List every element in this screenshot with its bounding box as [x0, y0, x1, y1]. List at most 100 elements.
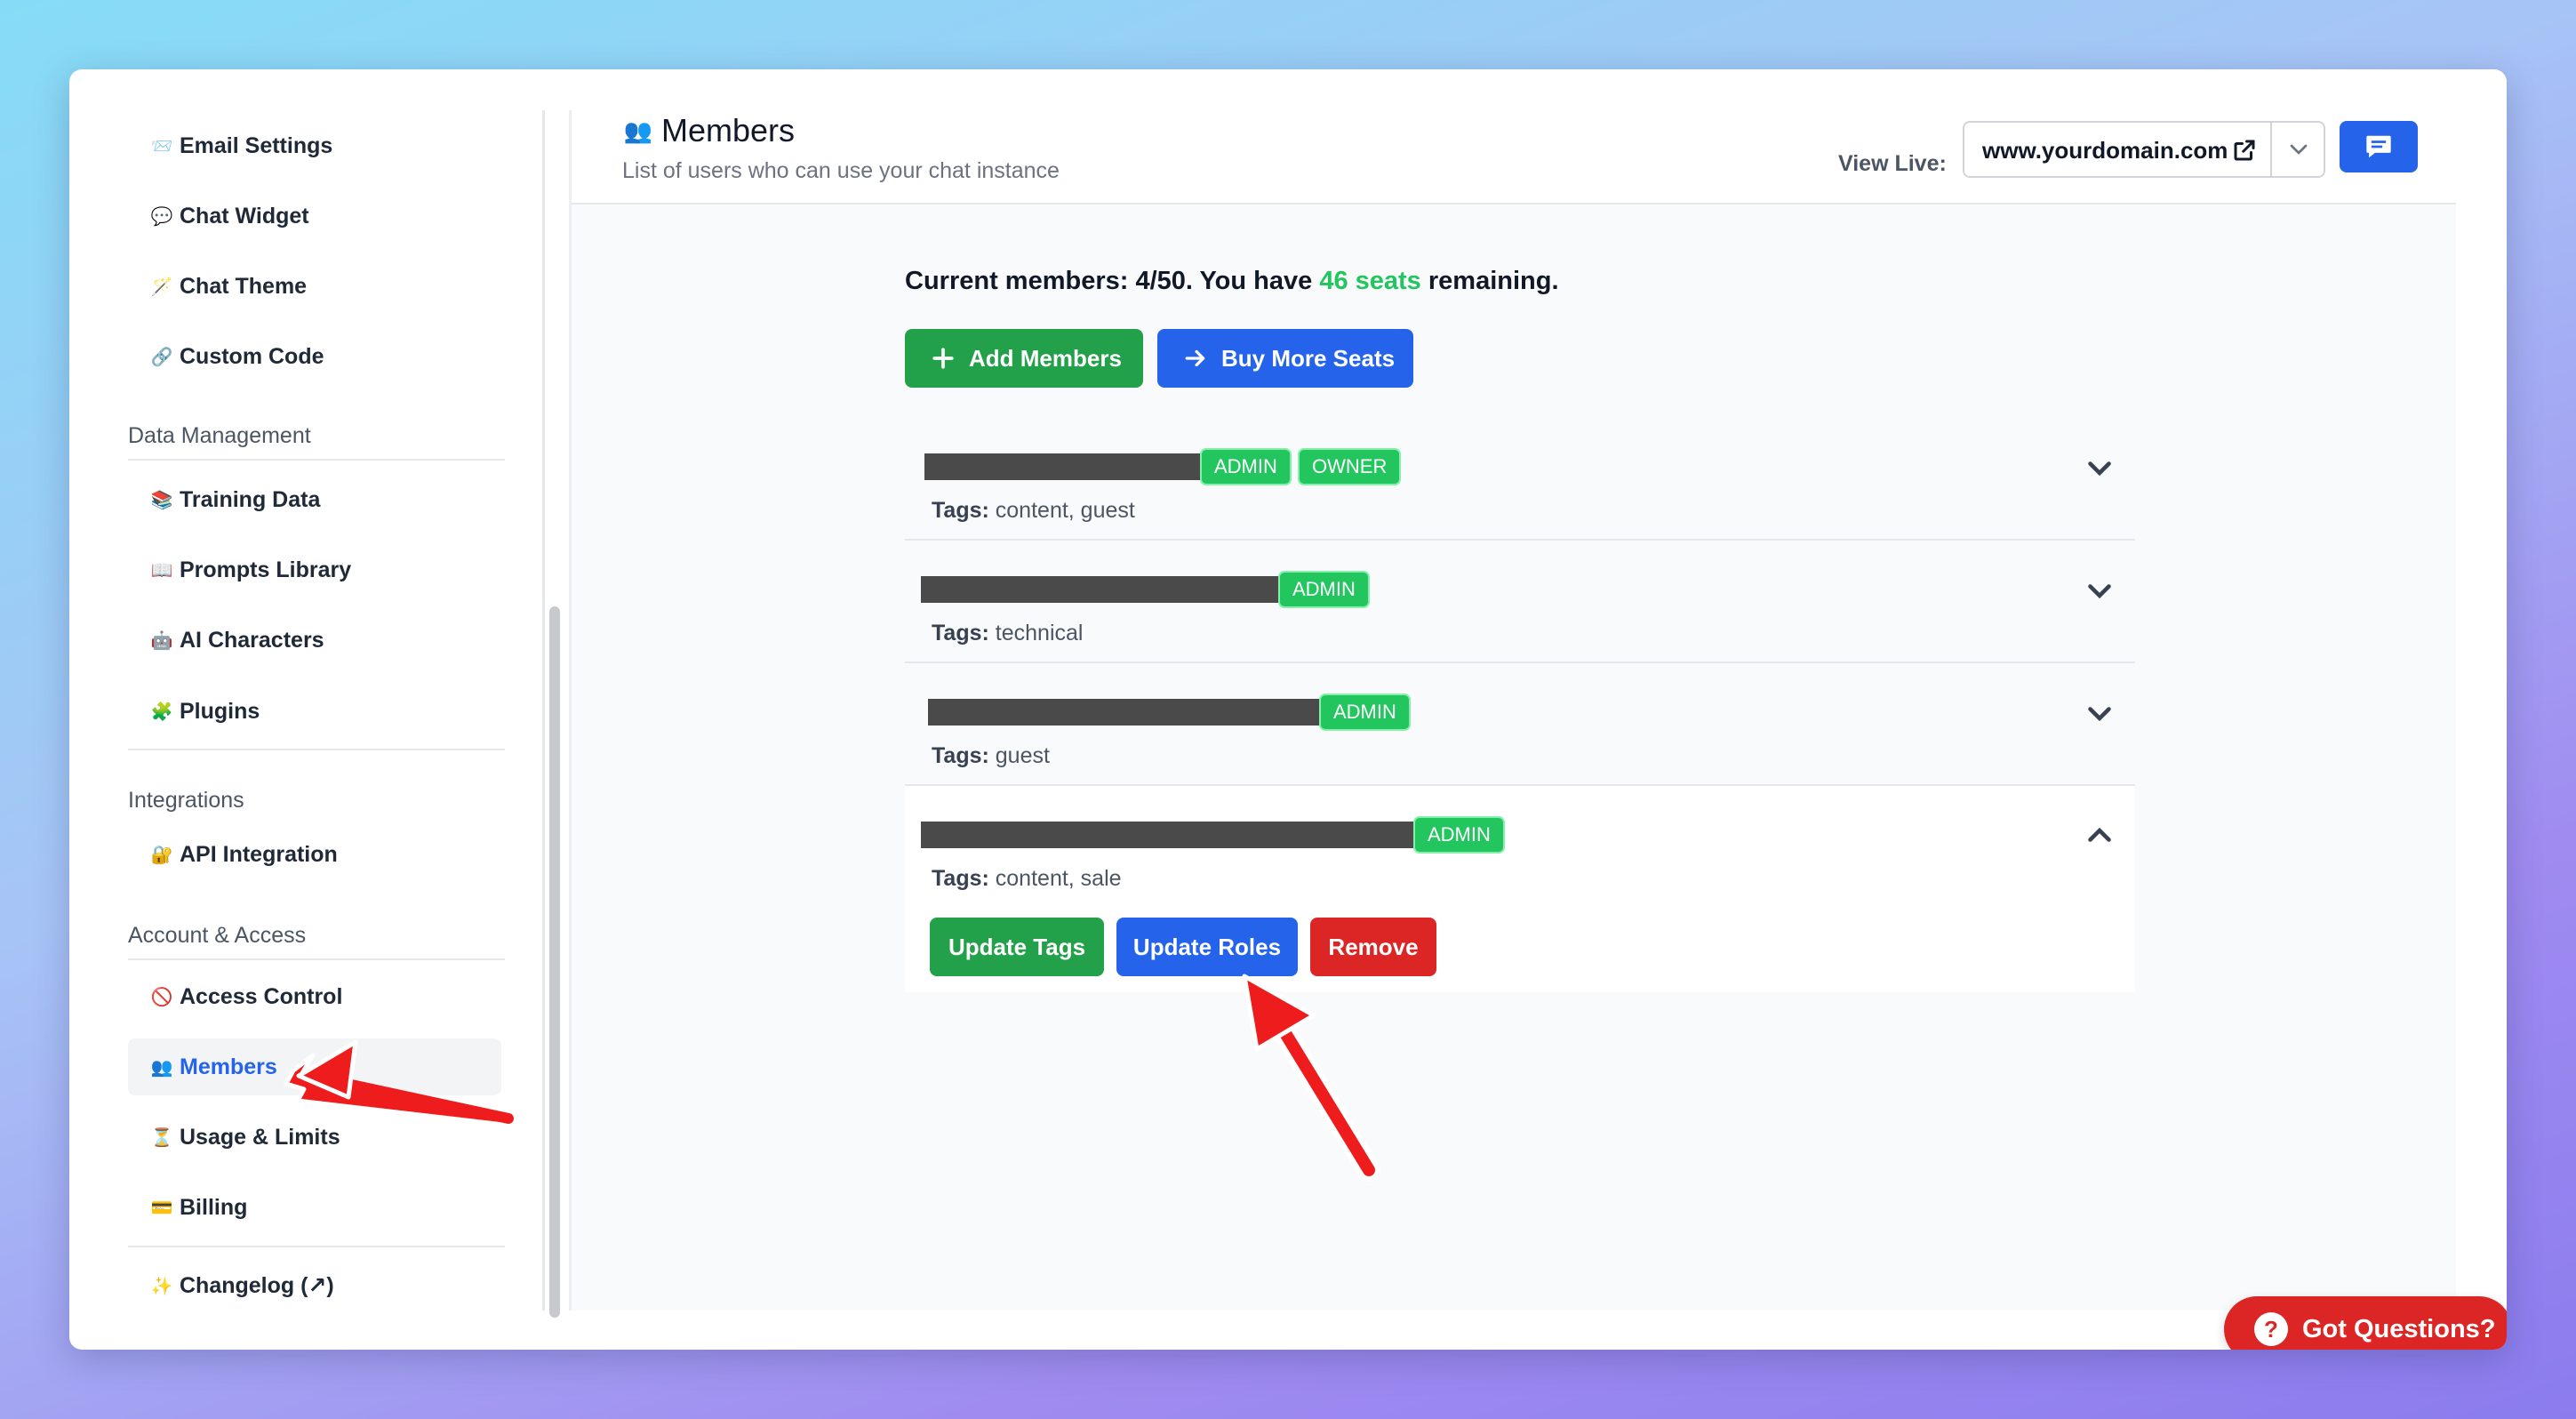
role-badge-admin: ADMIN: [1200, 448, 1292, 485]
redacted-email: [921, 576, 1280, 603]
sidebar-item-changelog[interactable]: ✨ Changelog (↗): [128, 1257, 501, 1314]
sidebar-item-label: Email Settings: [180, 132, 333, 158]
view-live-label: View Live:: [1838, 151, 1947, 176]
external-link-icon[interactable]: [2231, 137, 2258, 164]
got-questions-label: Got Questions?: [2302, 1314, 2496, 1343]
sidebar-item-chat-theme[interactable]: 🪄 Chat Theme: [128, 258, 501, 315]
sidebar-divider: [128, 749, 505, 750]
update-tags-label: Update Tags: [948, 933, 1086, 960]
sidebar-item-custom-code[interactable]: 🔗 Custom Code: [128, 328, 501, 385]
tags-label: Tags:: [932, 498, 989, 523]
update-roles-button[interactable]: Update Roles: [1116, 918, 1298, 976]
section-label-data-management: Data Management: [128, 414, 505, 461]
section-label-integrations: Integrations: [128, 788, 244, 813]
member-row-expanded[interactable]: ADMIN Tags: content, sale Update Tags Up…: [905, 786, 2135, 992]
page-title-text: Members: [661, 112, 796, 148]
role-badge-admin: ADMIN: [1413, 816, 1505, 854]
sidebar-scrollbar[interactable]: [549, 606, 560, 1318]
sidebar-divider: [128, 1246, 505, 1247]
lock-icon: 🔐: [150, 845, 173, 865]
seats-remaining: 46 seats: [1319, 267, 1421, 295]
remove-button[interactable]: Remove: [1310, 918, 1436, 976]
add-members-button[interactable]: Add Members: [905, 329, 1143, 388]
member-tags: Tags: guest: [932, 743, 1050, 769]
prohibited-icon: 🚫: [150, 987, 173, 1007]
sidebar-item-label: Training Data: [180, 486, 321, 512]
sidebar-item-label: API Integration: [180, 841, 338, 867]
member-row[interactable]: ADMIN Tags: guest: [905, 663, 2135, 786]
section-label-account-access: Account & Access: [128, 914, 505, 960]
sparkles-icon: ✨: [150, 1276, 173, 1296]
sidebar-item-label: Members: [180, 1054, 277, 1079]
hourglass-icon: ⏳: [150, 1127, 173, 1148]
member-row[interactable]: ADMIN OWNER Tags: content, guest: [905, 418, 2135, 541]
sidebar: 📨 Email Settings 💬 Chat Widget 🪄 Chat Th…: [69, 69, 540, 1350]
sidebar-item-access-control[interactable]: 🚫 Access Control: [128, 968, 501, 1025]
tags-label: Tags:: [932, 621, 989, 645]
page-subtitle: List of users who can use your chat inst…: [622, 158, 1060, 183]
sidebar-item-label: Chat Theme: [180, 273, 308, 299]
sidebar-item-members[interactable]: 👥 Members: [128, 1038, 501, 1095]
app-window: 📨 Email Settings 💬 Chat Widget 🪄 Chat Th…: [69, 69, 2507, 1350]
role-badge-admin: ADMIN: [1319, 693, 1411, 731]
sidebar-item-usage-limits[interactable]: ⏳ Usage & Limits: [128, 1109, 501, 1166]
tags-value: content, sale: [995, 866, 1122, 891]
tags-label: Tags:: [932, 866, 989, 891]
redacted-email: [921, 822, 1415, 848]
sidebar-item-label: AI Characters: [180, 627, 324, 653]
tags-label: Tags:: [932, 743, 989, 768]
magic-wand-icon: 🪄: [150, 277, 173, 297]
chevron-down-icon[interactable]: [2084, 574, 2116, 606]
summary-prefix: Current members: 4/50. You have: [905, 267, 1320, 295]
update-tags-button[interactable]: Update Tags: [930, 918, 1104, 976]
buy-more-seats-button[interactable]: Buy More Seats: [1157, 329, 1413, 388]
sidebar-item-training-data[interactable]: 📚 Training Data: [128, 471, 501, 528]
add-members-label: Add Members: [969, 344, 1122, 372]
redacted-email: [924, 453, 1202, 480]
chat-button[interactable]: [2340, 121, 2418, 172]
sidebar-item-chat-widget[interactable]: 💬 Chat Widget: [128, 188, 501, 245]
arrow-right-icon: [1185, 349, 1205, 367]
plus-icon: [932, 348, 954, 369]
question-icon: ?: [2254, 1312, 2288, 1346]
sidebar-item-ai-characters[interactable]: 🤖 AI Characters: [128, 612, 501, 669]
chevron-down-icon[interactable]: [2084, 697, 2116, 729]
open-book-icon: 📖: [150, 560, 173, 581]
remove-label: Remove: [1328, 933, 1419, 960]
member-row[interactable]: ADMIN Tags: technical: [905, 541, 2135, 663]
puzzle-icon: 🧩: [150, 701, 173, 722]
member-tags: Tags: technical: [932, 621, 1083, 646]
got-questions-button[interactable]: ? Got Questions?: [2224, 1296, 2507, 1350]
member-tags: Tags: content, sale: [932, 866, 1122, 892]
credit-card-icon: 💳: [150, 1198, 173, 1218]
domain-value: www.yourdomain.com: [1982, 137, 2228, 164]
sidebar-item-label: Access Control: [180, 983, 343, 1009]
sidebar-item-plugins[interactable]: 🧩 Plugins: [128, 683, 501, 740]
tags-value: guest: [995, 743, 1050, 768]
books-icon: 📚: [150, 490, 173, 510]
redacted-email: [928, 699, 1321, 726]
users-icon: 👥: [623, 116, 653, 144]
role-badge-admin: ADMIN: [1278, 571, 1370, 608]
page-title: 👥 Members: [620, 112, 795, 149]
sidebar-item-label: Usage & Limits: [180, 1124, 340, 1150]
sidebar-item-email-settings[interactable]: 📨 Email Settings: [128, 117, 501, 174]
sidebar-item-billing[interactable]: 💳 Billing: [128, 1179, 501, 1236]
role-badge-owner: OWNER: [1298, 448, 1402, 485]
buy-more-seats-label: Buy More Seats: [1221, 344, 1396, 372]
domain-select[interactable]: www.yourdomain.com: [1963, 121, 2325, 178]
summary-suffix: remaining.: [1420, 267, 1559, 295]
users-icon: 👥: [150, 1057, 173, 1078]
sidebar-item-label: Plugins: [180, 698, 260, 724]
select-divider: [2270, 123, 2272, 176]
chevron-down-icon[interactable]: [2284, 135, 2313, 164]
member-tags: Tags: content, guest: [932, 498, 1135, 524]
sidebar-item-prompts-library[interactable]: 📖 Prompts Library: [128, 541, 501, 598]
sidebar-item-api-integration[interactable]: 🔐 API Integration: [128, 826, 501, 883]
sidebar-border: [542, 110, 545, 1311]
tags-value: technical: [995, 621, 1084, 645]
sidebar-item-label: Changelog (↗): [180, 1273, 334, 1298]
sidebar-item-label: Custom Code: [180, 343, 324, 369]
chevron-down-icon[interactable]: [2084, 452, 2116, 484]
chevron-up-icon[interactable]: [2084, 820, 2116, 852]
